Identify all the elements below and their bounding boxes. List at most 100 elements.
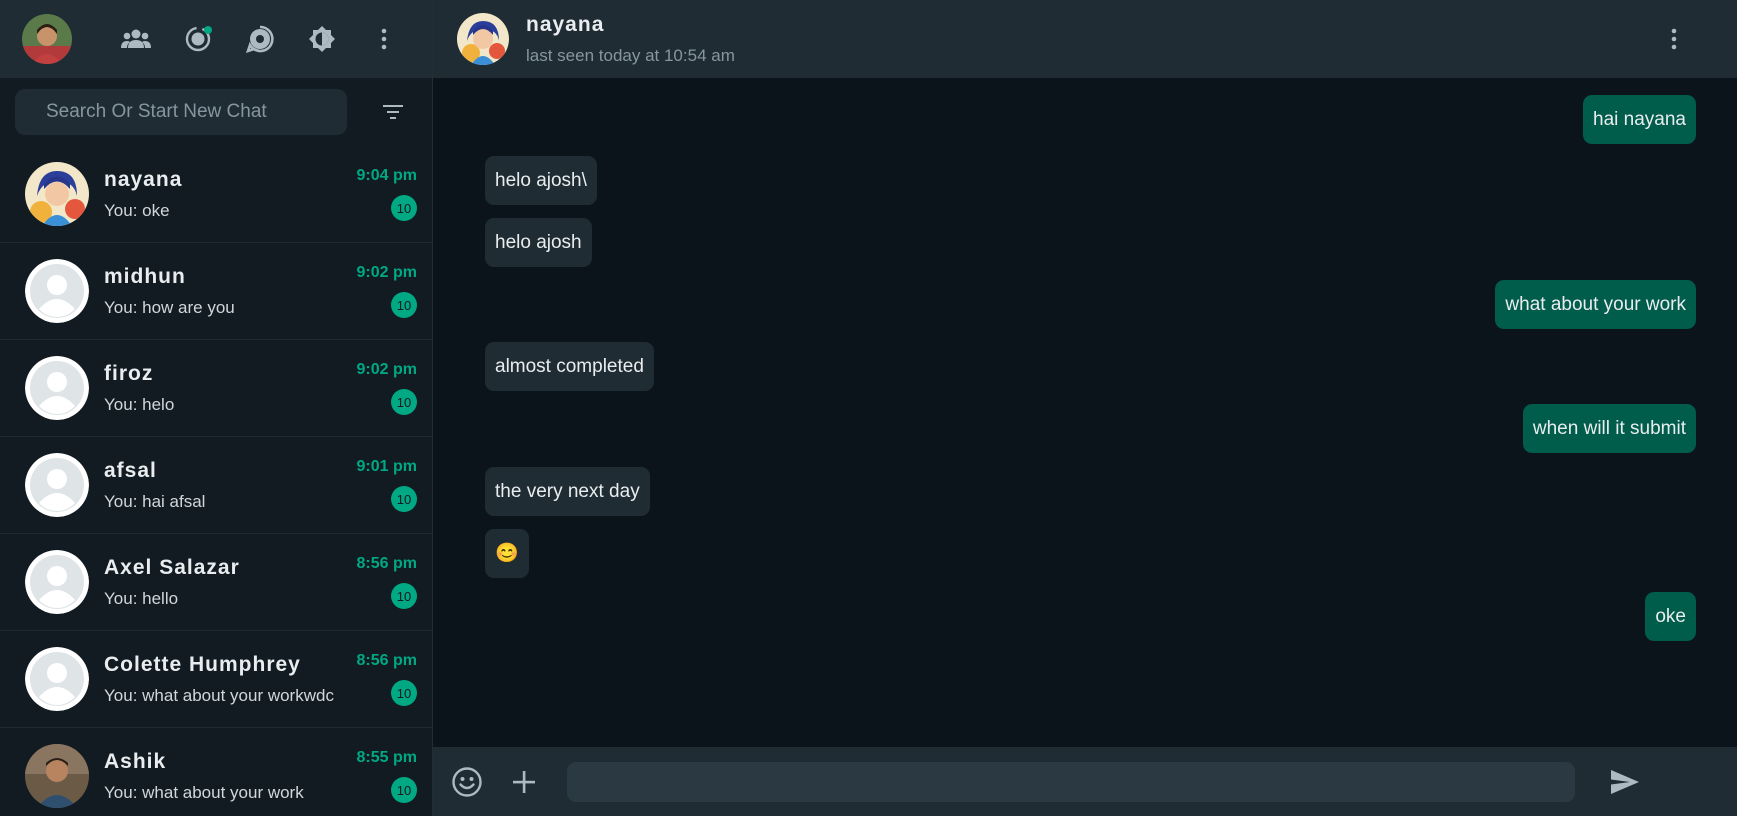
chat-list: nayana You: oke 9:04 pm 10 midhun You: how ar…: [0, 146, 432, 816]
communities-icon[interactable]: [119, 22, 153, 56]
chat-body: midhun You: how are you 9:02 pm 10: [104, 259, 417, 323]
chat-app: nayana You: oke 9:04 pm 10 midhun You: how ar…: [0, 0, 1737, 816]
chat-avatar: [25, 550, 89, 614]
sidebar-header: [0, 0, 432, 78]
chat-meta: 9:02 pm 10: [357, 356, 417, 420]
contact-name: nayana: [526, 12, 605, 36]
search-input[interactable]: [15, 89, 347, 135]
last-seen-status: last seen today at 10:54 am: [526, 45, 735, 65]
chat-avatar: [25, 453, 89, 517]
contact-avatar[interactable]: [457, 13, 509, 65]
status-icon[interactable]: [181, 22, 215, 56]
chat-list-item[interactable]: afsal You: hai afsal 9:01 pm 10: [0, 437, 432, 534]
sidebar: nayana You: oke 9:04 pm 10 midhun You: how ar…: [0, 0, 433, 816]
chat-name: nayana: [104, 167, 183, 191]
message-composer: [433, 747, 1737, 816]
send-icon[interactable]: [1605, 762, 1645, 802]
incoming-message[interactable]: almost completed: [485, 342, 654, 391]
chat-text: nayana You: oke: [104, 162, 182, 226]
chat-time: 8:56 pm: [356, 652, 417, 669]
chat-list-item[interactable]: nayana You: oke 9:04 pm 10: [0, 146, 432, 243]
chat-body: nayana You: oke 9:04 pm 10: [104, 162, 417, 226]
outgoing-message[interactable]: hai nayana: [1583, 95, 1696, 144]
chat-last-message: You: how are you: [104, 297, 235, 317]
attach-plus-icon[interactable]: [504, 762, 544, 802]
outgoing-message[interactable]: what about your work: [1495, 280, 1696, 329]
outgoing-message[interactable]: when will it submit: [1522, 404, 1696, 453]
chat-avatar: [25, 162, 89, 226]
conversation-panel: nayana last seen today at 10:54 am hai n…: [433, 0, 1737, 816]
chat-time: 9:01 pm: [356, 458, 417, 475]
chat-name: Axel Salazar: [104, 555, 240, 579]
chat-time: 8:55 pm: [356, 749, 417, 766]
chat-last-message: You: helo: [104, 394, 175, 414]
unread-badge: 10: [391, 486, 417, 512]
unread-badge: 10: [391, 292, 417, 318]
chat-name: midhun: [104, 264, 186, 288]
chat-avatar: [25, 259, 89, 323]
chat-text: Axel Salazar You: hello: [104, 550, 240, 614]
unread-badge: 10: [391, 195, 417, 221]
search-row: [0, 78, 432, 146]
chat-avatar: [25, 744, 89, 808]
chat-text: firoz You: helo: [104, 356, 174, 420]
chat-name: firoz: [104, 361, 154, 385]
chat-time: 8:56 pm: [356, 555, 417, 572]
chat-last-message: You: hello: [104, 588, 179, 608]
chat-list-item[interactable]: Ashik You: what about your work 8:55 pm 10: [0, 728, 432, 816]
chat-text: midhun You: how are you: [104, 259, 235, 323]
chat-list-item[interactable]: Colette Humphrey You: what about your wor…: [0, 631, 432, 728]
unread-badge: 10: [391, 583, 417, 609]
my-profile-avatar[interactable]: [22, 14, 72, 64]
contact-info: nayana last seen today at 10:54 am: [526, 13, 1657, 66]
chat-avatar: [25, 356, 89, 420]
conversation-header[interactable]: nayana last seen today at 10:54 am: [433, 0, 1737, 78]
chat-meta: 9:04 pm 10: [357, 162, 417, 226]
conversation-menu-icon[interactable]: [1657, 22, 1691, 56]
chat-last-message: You: what about your work: [104, 782, 304, 802]
chat-list-item[interactable]: midhun You: how are you 9:02 pm 10: [0, 243, 432, 340]
status-update-dot: [204, 26, 212, 34]
chat-list-item[interactable]: Axel Salazar You: hello 8:56 pm 10: [0, 534, 432, 631]
message-input[interactable]: [567, 761, 1575, 802]
message-list: hai nayana helo ajosh\ helo ajosh what abou…: [433, 78, 1737, 747]
channels-icon[interactable]: [243, 22, 277, 56]
chat-body: afsal You: hai afsal 9:01 pm 10: [104, 453, 417, 517]
outgoing-message[interactable]: oke: [1645, 592, 1696, 641]
chat-body: Ashik You: what about your work 8:55 pm 10: [104, 744, 417, 808]
chat-body: firoz You: helo 9:02 pm 10: [104, 356, 417, 420]
incoming-message[interactable]: helo ajosh\: [485, 156, 597, 205]
emoji-icon[interactable]: [447, 762, 487, 802]
chat-meta: 9:02 pm 10: [357, 259, 417, 323]
chat-text: Colette Humphrey You: what about your wor…: [104, 647, 334, 711]
chat-last-message: You: hai afsal: [104, 491, 206, 511]
unread-badge: 10: [391, 777, 417, 803]
chat-time: 9:02 pm: [356, 264, 417, 281]
chat-last-message: You: what about your workwdc: [104, 685, 334, 705]
chat-last-message: You: oke: [104, 200, 170, 220]
chat-body: Colette Humphrey You: what about your wor…: [104, 647, 417, 711]
chat-meta: 8:56 pm 10: [357, 647, 417, 711]
theme-toggle-icon[interactable]: [305, 22, 339, 56]
chat-text: afsal You: hai afsal: [104, 453, 205, 517]
chat-avatar: [25, 647, 89, 711]
more-options-icon[interactable]: [367, 22, 401, 56]
header-actions: [119, 22, 401, 56]
chat-name: Colette Humphrey: [104, 652, 301, 676]
incoming-message[interactable]: helo ajosh: [485, 218, 592, 267]
chat-text: Ashik You: what about your work: [104, 744, 304, 808]
filter-icon[interactable]: [375, 94, 411, 130]
chat-body: Axel Salazar You: hello 8:56 pm 10: [104, 550, 417, 614]
chat-name: afsal: [104, 458, 157, 482]
incoming-message[interactable]: 😊: [485, 529, 529, 578]
chat-meta: 8:55 pm 10: [357, 744, 417, 808]
incoming-message[interactable]: the very next day: [485, 467, 650, 516]
chat-meta: 9:01 pm 10: [357, 453, 417, 517]
chat-name: Ashik: [104, 749, 167, 773]
chat-time: 9:02 pm: [356, 361, 417, 378]
chat-time: 9:04 pm: [356, 167, 417, 184]
unread-badge: 10: [391, 680, 417, 706]
unread-badge: 10: [391, 389, 417, 415]
chat-list-item[interactable]: firoz You: helo 9:02 pm 10: [0, 340, 432, 437]
chat-meta: 8:56 pm 10: [357, 550, 417, 614]
